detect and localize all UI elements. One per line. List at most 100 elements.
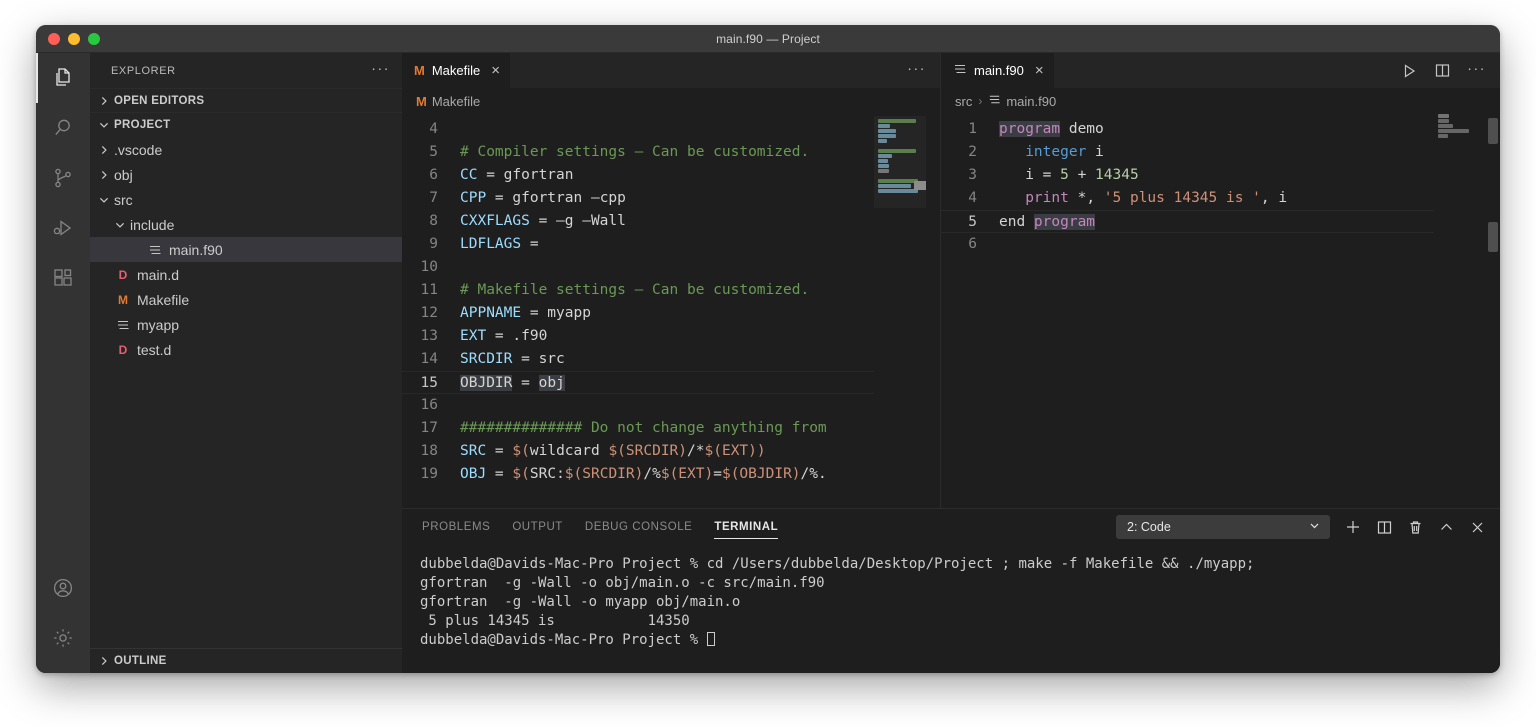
tree-item-main-f90[interactable]: main.f90 xyxy=(90,237,402,262)
terminal-output[interactable]: dubbelda@Davids-Mac-Pro Project % cd /Us… xyxy=(402,545,1500,673)
sidebar-more-actions-button[interactable]: ··· xyxy=(371,61,390,80)
d-file-icon: D xyxy=(118,267,128,282)
tab-makefile[interactable]: M Makefile × xyxy=(402,53,512,88)
source-control-icon xyxy=(51,166,75,190)
line-number: 14 xyxy=(420,351,438,367)
tree-item-makefile[interactable]: M Makefile xyxy=(90,287,402,312)
activity-item-source-control[interactable] xyxy=(36,153,90,203)
sidebar-title-label: EXPLORER xyxy=(111,64,176,77)
tree-item-test-d[interactable]: Dtest.d xyxy=(90,337,402,362)
breadcrumb-item-makefile[interactable]: M Makefile xyxy=(416,94,480,109)
code-editor-mainf90[interactable]: 1 program demo 2 integer i3 i = 5 + 14345 4… xyxy=(941,114,1500,508)
code-line: 7 CPP = gfortran –cpp xyxy=(402,187,940,210)
line-number: 10 xyxy=(420,259,438,275)
tree-item-src[interactable]: src xyxy=(90,187,402,212)
section-label-project: PROJECT xyxy=(114,118,171,131)
panel-tab-terminal[interactable]: TERMINAL xyxy=(714,509,779,545)
activity-item-search[interactable] xyxy=(36,103,90,153)
code-line: 10 xyxy=(402,256,940,279)
close-icon[interactable]: × xyxy=(487,63,500,78)
editor-scrollbar-mainf90[interactable] xyxy=(1486,114,1500,508)
panel-tab-debug-console[interactable]: DEBUG CONSOLE xyxy=(585,509,692,545)
minimap-mainf90[interactable] xyxy=(1434,114,1486,508)
chevron-right-icon xyxy=(96,167,112,183)
play-icon[interactable] xyxy=(1400,62,1418,80)
code-line: 4 print *, '5 plus 14345 is ', i xyxy=(941,187,1500,210)
sidebar-explorer: EXPLORER ··· OPEN EDITORS PROJECT .vscod… xyxy=(90,53,402,673)
breadcrumb-label: src xyxy=(955,93,973,109)
close-window-button[interactable] xyxy=(48,32,60,45)
ellipsis-icon[interactable]: ··· xyxy=(1467,61,1486,80)
tree-item-main-d[interactable]: Dmain.d xyxy=(90,262,402,287)
breadcrumb-item-src[interactable]: src xyxy=(955,94,972,109)
tree-item-label: myapp xyxy=(137,316,180,333)
editor-more-actions-button[interactable]: ··· xyxy=(907,61,926,80)
tabbar-right: main.f90 × ··· xyxy=(941,53,1500,88)
tree-item-obj[interactable]: obj xyxy=(90,162,402,187)
terminal-selector-dropdown[interactable]: 2: Code xyxy=(1116,515,1330,539)
run-debug-icon xyxy=(51,216,75,240)
window-titlebar: main.f90 — Project xyxy=(36,25,1500,53)
activity-item-manage[interactable] xyxy=(36,613,90,663)
trash-icon[interactable] xyxy=(1407,519,1424,536)
line-number: 17 xyxy=(420,420,438,436)
minimize-window-button[interactable] xyxy=(68,32,80,45)
activity-bar xyxy=(36,53,90,673)
breadcrumb-label: Makefile xyxy=(431,93,481,109)
minimap-makefile[interactable] xyxy=(874,114,926,508)
panel-tab-output[interactable]: OUTPUT xyxy=(512,509,563,545)
tree-item-label: main.f90 xyxy=(169,241,223,258)
file-tree: .vscode obj src include main.f90 Dmain.d M Make… xyxy=(90,136,402,648)
makefile-icon: M xyxy=(118,292,128,307)
chevron-up-icon[interactable] xyxy=(1438,519,1455,536)
breadcrumb-label: main.f90 xyxy=(1006,93,1057,109)
zoom-window-button[interactable] xyxy=(88,32,100,45)
tree-item-myapp[interactable]: myapp xyxy=(90,312,402,337)
split-terminal-icon[interactable] xyxy=(1376,519,1393,536)
minimap-slider[interactable] xyxy=(874,116,926,208)
section-label-outline: OUTLINE xyxy=(114,655,167,667)
scrollbar-thumb-secondary[interactable] xyxy=(1488,222,1498,252)
file-lines-icon xyxy=(146,243,164,257)
tabbar-left: M Makefile × ··· xyxy=(402,53,940,88)
code-text: # Makefile settings – Can be customized. xyxy=(460,282,810,298)
tree-item-include[interactable]: include xyxy=(90,212,402,237)
close-panel-icon[interactable] xyxy=(1469,519,1486,536)
line-number: 4 xyxy=(429,121,438,137)
code-line: 6 CC = gfortran xyxy=(402,164,940,187)
tree-item-label: include xyxy=(130,216,175,233)
activity-item-run-and-debug[interactable] xyxy=(36,203,90,253)
close-icon[interactable]: × xyxy=(1031,63,1044,78)
split-editor-icon[interactable] xyxy=(1434,62,1451,79)
editor-actions-right: ··· xyxy=(1400,53,1500,88)
activity-item-extensions[interactable] xyxy=(36,253,90,303)
code-text: OBJDIR = obj xyxy=(460,375,565,391)
editor-group-mainf90: main.f90 × ··· src › main.f90 1 program … xyxy=(941,53,1500,508)
line-number: 1 xyxy=(968,121,977,137)
chevron-down-icon xyxy=(112,217,128,233)
activity-item-accounts[interactable] xyxy=(36,563,90,613)
breadcrumb-item-mainf90[interactable]: main.f90 xyxy=(988,93,1056,109)
minimap-marker xyxy=(914,181,926,190)
code-line: 13 EXT = .f90 xyxy=(402,325,940,348)
tree-item-label: main.d xyxy=(137,266,180,283)
section-label-open-editors: OPEN EDITORS xyxy=(114,94,205,107)
panel-header: PROBLEMS OUTPUT DEBUG CONSOLE TERMINAL 2: C… xyxy=(402,509,1500,545)
editor-scrollbar-makefile[interactable] xyxy=(926,114,940,508)
tree-item--vscode[interactable]: .vscode xyxy=(90,137,402,162)
sidebar-section-open-editors[interactable]: OPEN EDITORS xyxy=(90,88,402,112)
panel-tab-problems[interactable]: PROBLEMS xyxy=(422,509,490,545)
code-lines-mainf90: 1 program demo 2 integer i3 i = 5 + 14345 4… xyxy=(941,114,1500,256)
line-number: 2 xyxy=(968,144,977,160)
code-line: 8 CXXFLAGS = –g –Wall xyxy=(402,210,940,233)
scrollbar-thumb[interactable] xyxy=(1488,118,1498,144)
sidebar-section-outline[interactable]: OUTLINE xyxy=(90,648,402,673)
plus-icon[interactable] xyxy=(1344,518,1362,536)
code-editor-makefile[interactable]: 4 5 # Compiler settings – Can be customize… xyxy=(402,114,940,508)
tab-mainf90[interactable]: main.f90 × xyxy=(941,53,1055,88)
activity-item-explorer[interactable] xyxy=(36,53,90,103)
tab-label: Makefile xyxy=(431,63,481,78)
line-number: 6 xyxy=(968,236,977,252)
sidebar-section-project[interactable]: PROJECT xyxy=(90,112,402,136)
